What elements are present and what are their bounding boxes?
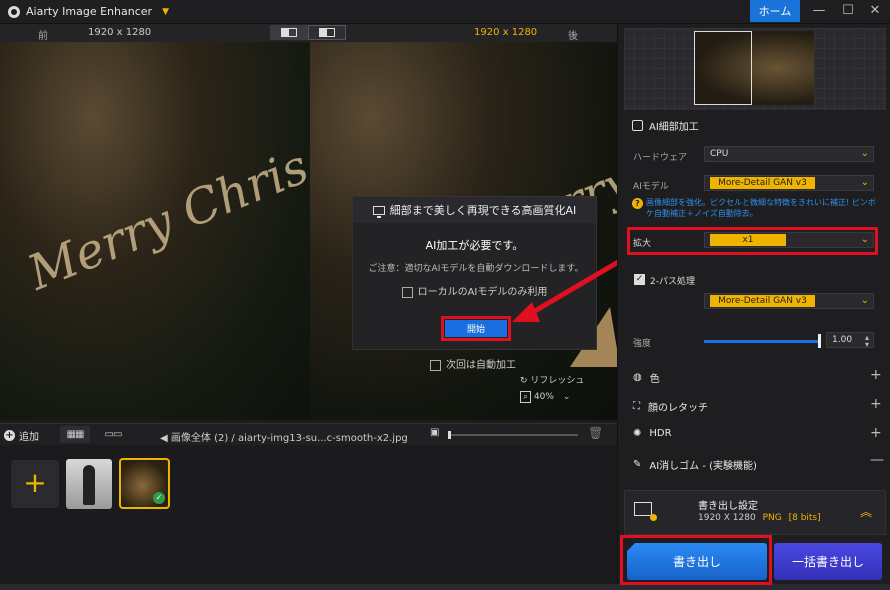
add-label: 追加	[19, 432, 39, 443]
hardware-value: CPU	[710, 149, 729, 159]
list-icon: ▭▭	[104, 429, 123, 440]
crop-icon	[632, 120, 643, 131]
feature-color-label: 色	[649, 374, 660, 385]
expand-hdr-icon[interactable]: +	[870, 425, 882, 441]
add-image-button[interactable]: + 追加	[4, 428, 39, 443]
help-icon[interactable]: ?	[632, 198, 643, 209]
strength-slider[interactable]	[704, 340, 820, 343]
back-arrow-icon[interactable]: ◀	[160, 433, 168, 444]
collapse-eraser-icon[interactable]: —	[870, 452, 884, 468]
batch-export-button[interactable]: 一括書き出し	[774, 543, 882, 580]
list-view-tab[interactable]: ▭▭	[98, 426, 128, 443]
feature-color[interactable]: ◍ 色	[633, 370, 660, 385]
strength-value: 1.00	[832, 335, 853, 345]
two-pass-label: 2-パス処理	[650, 277, 695, 287]
trash-icon[interactable]: 🗑	[588, 426, 603, 440]
export-format: PNG	[762, 513, 782, 523]
two-pass-model-select[interactable]: More-Detail GAN v3 ⌄	[704, 293, 874, 309]
hardware-label: ハードウェア	[633, 153, 688, 163]
chevron-down-icon: ⌄	[860, 295, 869, 306]
feature-face-label: 顔のレタッチ	[648, 403, 708, 414]
export-settings-summary: 1920 X 1280 PNG [8 bits]	[698, 513, 821, 523]
two-pass-checkbox[interactable]: ✓	[634, 274, 645, 285]
two-pass-model-value: More-Detail GAN v3	[710, 295, 815, 307]
expand-face-icon[interactable]: +	[870, 396, 882, 412]
eraser-icon: ✎	[633, 459, 642, 470]
feature-face[interactable]: ⛶ 顔のレタッチ	[633, 399, 708, 414]
scale-label: 拡大	[633, 239, 652, 249]
feature-hdr[interactable]: ✺ HDR	[633, 428, 672, 439]
feature-eraser[interactable]: ✎ AI消しゴム - (実験機能)	[633, 457, 757, 472]
chevron-down-icon: ⌄	[860, 148, 869, 159]
export-size: 1920 X 1280	[698, 513, 756, 523]
breadcrumb-separator: /	[231, 433, 235, 444]
ai-detail-section-header: AI細部加工	[632, 118, 699, 133]
add-image-tile[interactable]: +	[11, 460, 59, 508]
thumbnail-1[interactable]	[66, 459, 112, 509]
thumbnail-toolbar: + 追加 ▦▦ ▭▭ ◀ 画像全体 (2) / aiarty-img13-su.…	[0, 423, 617, 445]
thumbnail-2-selected[interactable]: ✓	[119, 458, 170, 509]
ai-detail-title: AI細部加工	[649, 122, 699, 133]
hardware-select[interactable]: CPU ⌄	[704, 146, 874, 162]
model-value: More-Detail GAN v3	[710, 177, 815, 189]
check-icon: ✓	[153, 492, 165, 504]
arrow-head-start	[512, 302, 540, 322]
image-size-icon: ▣	[430, 427, 440, 438]
export-settings-title: 書き出し設定	[698, 501, 758, 512]
expand-color-icon[interactable]: +	[870, 367, 882, 383]
strength-stepper[interactable]: 1.00 ▴ ▾	[826, 332, 874, 349]
scale-select[interactable]: x1 ⌄	[704, 232, 874, 248]
chevron-down-icon: ⌄	[860, 234, 869, 245]
scale-value: x1	[710, 234, 786, 246]
export-bits: [8 bits]	[788, 513, 821, 523]
arrow-to-start	[526, 255, 627, 318]
hdr-icon: ✺	[633, 428, 642, 439]
export-settings-icon	[634, 502, 657, 521]
plus-icon: +	[4, 430, 15, 441]
grid-view-tab[interactable]: ▦▦	[60, 426, 90, 443]
strength-label: 強度	[633, 339, 652, 349]
preview-viewport-frame[interactable]	[694, 31, 752, 105]
strength-slider-handle[interactable]	[818, 334, 821, 348]
chevron-up-icon[interactable]: ︽	[860, 503, 872, 520]
breadcrumb-all[interactable]: 画像全体 (2)	[171, 433, 228, 444]
breadcrumb-file: aiarty-img13-su...c-smooth-x2.jpg	[237, 433, 408, 444]
export-button[interactable]: 書き出し	[627, 543, 767, 580]
thumbnail-size-slider[interactable]	[448, 431, 578, 439]
model-select[interactable]: More-Detail GAN v3 ⌄	[704, 175, 874, 191]
grid-icon: ▦▦	[66, 429, 85, 440]
model-label: AIモデル	[633, 182, 669, 192]
breadcrumb: ◀ 画像全体 (2) / aiarty-img13-su...c-smooth-…	[160, 429, 408, 444]
palette-icon: ◍	[633, 372, 642, 383]
chevron-down-icon: ⌄	[860, 177, 869, 188]
feature-hdr-label: HDR	[649, 428, 672, 439]
stepper-icon: ▴ ▾	[864, 333, 869, 349]
feature-eraser-label: AI消しゴム - (実験機能)	[649, 461, 757, 472]
model-description: 画像細部を強化。ピクセルと微細な特徴をきれいに補正! ピンボケ自動補正＋ノイズ自…	[646, 198, 876, 218]
face-icon: ⛶	[633, 401, 640, 412]
thumbnail-figure	[83, 465, 95, 505]
